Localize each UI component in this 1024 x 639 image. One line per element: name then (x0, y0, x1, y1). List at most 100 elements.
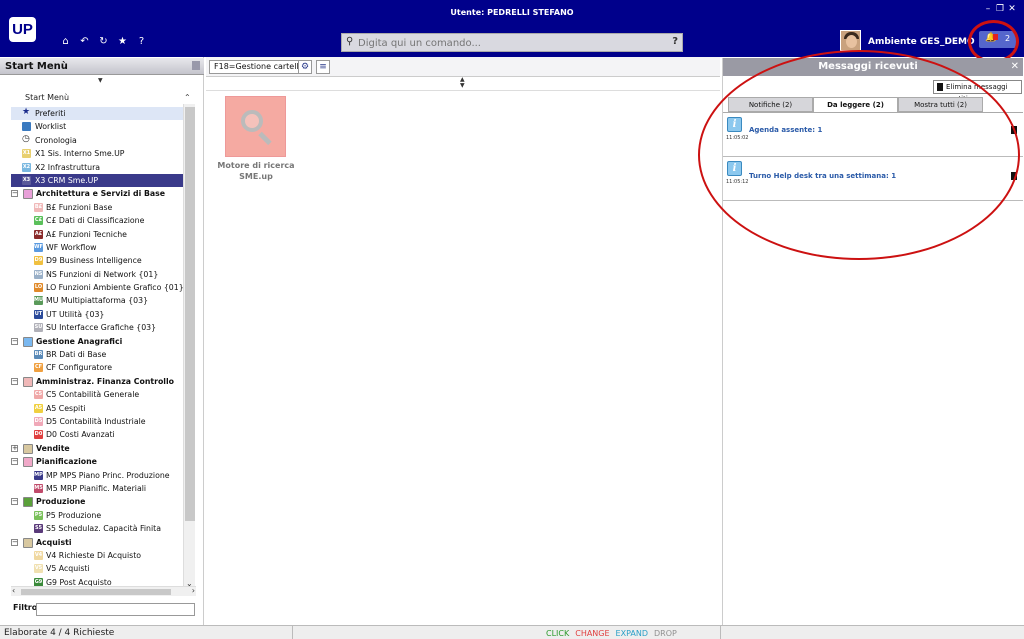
trash-icon[interactable] (1011, 172, 1017, 180)
delete-handled-button[interactable]: Elimina messaggi gestiti (933, 80, 1022, 103)
star-icon[interactable]: ★ (113, 36, 132, 47)
avatar[interactable] (840, 30, 861, 51)
tree-item[interactable]: LO LO Funzioni Ambiente Grafico {01} (11, 281, 184, 294)
tile-label[interactable]: Motore di ricerca SME.up (217, 160, 295, 182)
collapse-icon[interactable]: − (11, 538, 18, 546)
collapse-panel-button[interactable] (192, 61, 200, 70)
tree-item[interactable]: WF WF Workflow (11, 241, 183, 254)
tree-item[interactable]: X2 X2 Infrastruttura (11, 161, 183, 174)
help-icon[interactable]: ? (132, 36, 151, 47)
module-icon: CF (34, 363, 43, 373)
module-code: SU (34, 324, 43, 331)
app-logo[interactable]: UP (9, 17, 36, 42)
filter-input[interactable] (36, 603, 195, 616)
tree-group[interactable]: − Pianificazione (11, 455, 183, 468)
tree-item[interactable]: ◷ Cronologia (11, 134, 183, 147)
messages-tab[interactable]: Mostra tutti (2) (898, 97, 983, 112)
tree-item[interactable]: C5 C5 Contabilità Generale (11, 388, 183, 401)
message-text[interactable]: Agenda assente: 1 (749, 126, 822, 134)
tree-group[interactable]: − Architettura e Servizi di Base (11, 187, 183, 200)
module-code: M5 (34, 484, 43, 491)
chevron-right-icon[interactable]: › (192, 586, 195, 595)
close-icon[interactable]: ✕ (1006, 4, 1018, 14)
tree-item[interactable]: Worklist (11, 120, 183, 133)
status-text: Elaborate 4 / 4 Richieste (4, 628, 115, 638)
tree-item-label: Architettura e Servizi di Base (36, 189, 166, 199)
status-mode[interactable]: CLICK (546, 629, 569, 638)
vertical-scrollbar[interactable]: ⌄ (183, 104, 195, 588)
gear-icon[interactable]: ⚙ (298, 60, 312, 74)
status-mode[interactable]: EXPAND (616, 629, 648, 638)
module-icon: MP (34, 470, 43, 480)
sort-arrows-icon[interactable]: ▲ ▼ (460, 77, 465, 89)
chevron-up-icon[interactable]: ⌃ (184, 93, 191, 102)
tree-item[interactable]: V4 V4 Richieste Di Acquisto (11, 549, 183, 562)
tree-item[interactable]: A5 A5 Cespiti (11, 402, 183, 415)
tree-item[interactable]: SU SU Interfacce Grafiche {03} (11, 321, 183, 334)
scroll-thumb[interactable] (185, 107, 195, 521)
start-menu-panel: Start Menù ▼ Start Menù ⌃ ★ Preferiti Work… (0, 57, 204, 625)
tree-item[interactable]: ★ Preferiti (11, 107, 183, 121)
tree-item[interactable]: D5 D5 Contabilità Industriale (11, 415, 183, 428)
tree-group[interactable]: − Amministraz. Finanza Controllo (11, 375, 183, 388)
tree-item[interactable]: V5 V5 Acquisti (11, 562, 183, 575)
tree-item[interactable]: UT UT Utilità {03} (11, 308, 183, 321)
tree-item[interactable]: C£ C£ Dati di Classificazione (11, 214, 183, 227)
status-mode[interactable]: CHANGE (575, 629, 609, 638)
tree-item-label: B£ Funzioni Base (46, 202, 113, 212)
tree-item[interactable]: X1 X1 Sis. Interno Sme.UP (11, 147, 183, 160)
tree-item-label: NS Funzioni di Network {01} (46, 269, 159, 279)
magnifier-icon[interactable] (225, 96, 286, 157)
command-input[interactable] (358, 36, 658, 50)
restore-icon[interactable]: ❐ (994, 4, 1006, 14)
command-help-button[interactable]: ? (672, 36, 678, 47)
tree-group[interactable]: − Produzione (11, 495, 183, 508)
tree-item[interactable]: D0 D0 Costi Avanzati (11, 428, 183, 441)
collapse-icon[interactable]: − (11, 377, 18, 385)
list-icon[interactable]: ≡ (316, 60, 330, 74)
f18-folder-button[interactable]: F18=Gestione cartelle (209, 60, 309, 74)
collapse-icon[interactable]: − (11, 458, 18, 466)
tree-item[interactable]: M5 M5 MRP Pianific. Materiali (11, 482, 183, 495)
tree-group[interactable]: − Gestione Anagrafici (11, 335, 183, 348)
trash-icon[interactable] (1011, 126, 1017, 134)
message-item[interactable]: i 11:05:12 Turno Help desk tra una settima… (723, 158, 1023, 201)
tree-item[interactable]: B£ B£ Funzioni Base (11, 201, 183, 214)
messages-tab[interactable]: Da leggere (2) (813, 97, 898, 112)
messages-tab[interactable]: Notifiche (2) (728, 97, 813, 112)
caret-down-icon[interactable]: ▼ (98, 77, 103, 84)
expand-icon[interactable]: + (11, 444, 18, 452)
tree-item[interactable]: MP MP MPS Piano Princ. Produzione (11, 469, 183, 482)
tree-item[interactable]: CF CF Configuratore (11, 361, 183, 374)
minimize-icon[interactable]: – (982, 4, 994, 14)
back-icon[interactable]: ↶ (75, 36, 94, 47)
home-icon[interactable]: ⌂ (56, 36, 75, 47)
chevron-left-icon[interactable]: ‹ (12, 586, 15, 595)
environment-label: Ambiente GES_DEMO (868, 37, 975, 47)
module-code: CF (34, 364, 43, 371)
tree-item[interactable]: X3 X3 CRM Sme.UP (11, 173, 183, 188)
collapse-icon[interactable]: − (11, 337, 18, 345)
collapse-icon[interactable]: − (11, 498, 18, 506)
tree-item[interactable]: D9 D9 Business Intelligence (11, 254, 183, 267)
tree-item[interactable]: A£ A£ Funzioni Tecniche (11, 228, 183, 241)
notifications-button[interactable]: 🔔 2 (979, 31, 1016, 48)
refresh-icon[interactable]: ↻ (94, 36, 113, 47)
tree-item[interactable]: S5 S5 Schedulaz. Capacità Finita (11, 522, 183, 535)
horizontal-scrollbar[interactable]: ‹ › (11, 586, 196, 596)
tree-item[interactable]: MU MU Multipiattaforma {03} (11, 294, 183, 307)
tree-group[interactable]: + Vendite (11, 442, 183, 455)
tree-item[interactable]: NS NS Funzioni di Network {01} (11, 268, 183, 281)
status-mode[interactable]: DROP (654, 629, 677, 638)
close-icon[interactable]: ✕ (1011, 61, 1019, 72)
scroll-thumb[interactable] (21, 589, 171, 595)
tree-item[interactable]: P5 P5 Produzione (11, 509, 183, 522)
module-code: X1 (22, 150, 31, 157)
message-text[interactable]: Turno Help desk tra una settimana: 1 (749, 172, 896, 180)
status-divider (292, 626, 293, 639)
message-item[interactable]: i 11:05:02 Agenda assente: 1 (723, 114, 1023, 157)
collapse-icon[interactable]: − (11, 190, 18, 198)
tree-item[interactable]: BR BR Dati di Base (11, 348, 183, 361)
tree-group[interactable]: − Acquisti (11, 536, 183, 549)
messages-tabs: Notifiche (2) Da leggere (2) Mostra tutti … (728, 97, 983, 112)
